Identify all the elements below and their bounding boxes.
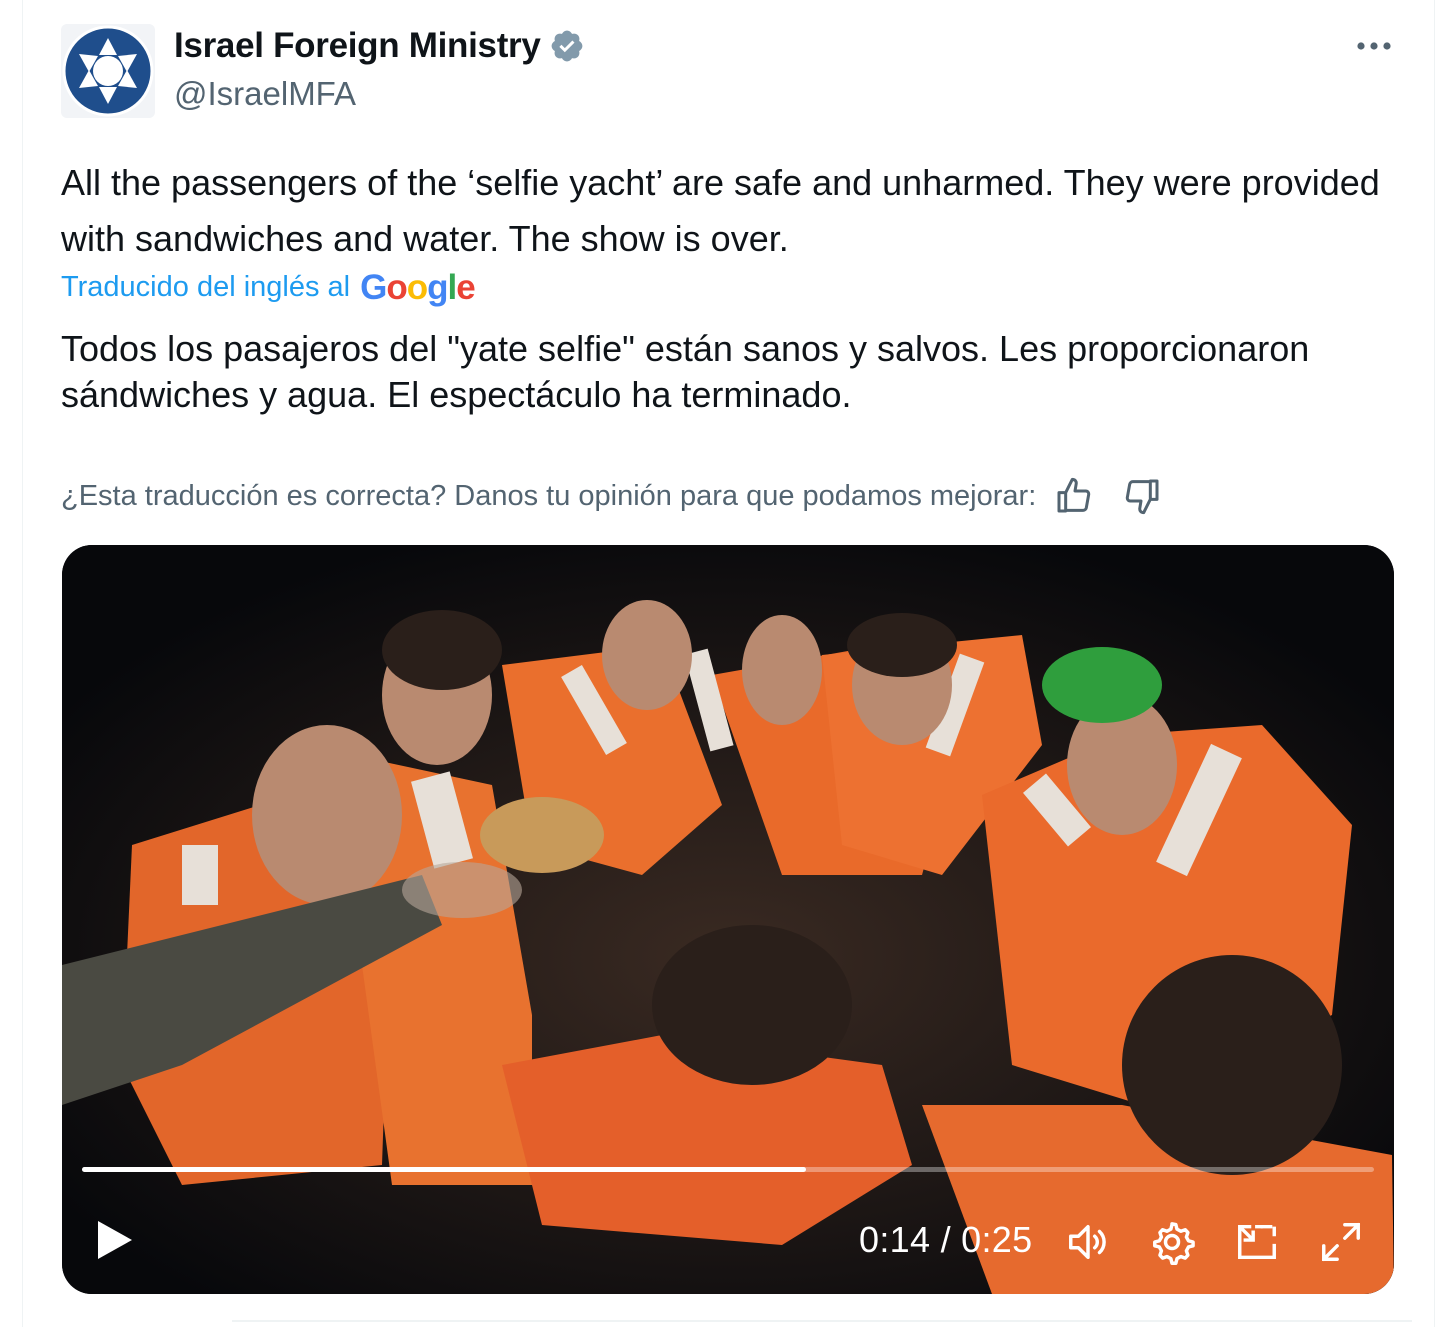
thumbs-down-icon[interactable] (1122, 476, 1162, 516)
translation-attribution: Traducido del inglés al Google (61, 268, 476, 307)
google-logo: Google (360, 268, 476, 307)
translated-text: Todos los pasajeros del "yate selfie" es… (61, 328, 1310, 415)
tweet-text: All the passengers of the ‘selfie yacht’… (61, 162, 1380, 259)
author-handle[interactable]: @IsraelMFA (174, 75, 356, 113)
divider (232, 1320, 1412, 1322)
fullscreen-icon[interactable] (1318, 1219, 1364, 1265)
author-row: Israel Foreign Ministry (174, 26, 585, 66)
play-icon[interactable] (92, 1217, 136, 1263)
thumbs-up-icon[interactable] (1054, 476, 1094, 516)
ministry-logo-icon (62, 25, 154, 117)
translation-label[interactable]: Traducido del inglés al (61, 271, 350, 304)
frame-border-left (22, 0, 23, 1327)
gear-icon[interactable] (1149, 1219, 1195, 1265)
feedback-prompt: ¿Esta traducción es correcta? Danos tu o… (61, 479, 1037, 512)
translation-feedback: ¿Esta traducción es correcta? Danos tu o… (61, 476, 1162, 516)
video-progress-bar[interactable] (82, 1167, 1374, 1172)
more-options-button[interactable] (1352, 28, 1396, 64)
more-options-icon (1357, 42, 1391, 50)
frame-border-right (1434, 0, 1435, 1327)
video-progress-fill (82, 1167, 806, 1172)
verified-badge-icon[interactable] (549, 28, 585, 64)
video-frame (62, 545, 1394, 1294)
volume-icon[interactable] (1065, 1219, 1111, 1265)
video-player[interactable]: 0:14 / 0:25 (62, 545, 1394, 1294)
video-controls: 0:14 / 0:25 (62, 1205, 1394, 1275)
video-time: 0:14 / 0:25 (859, 1219, 1033, 1260)
author-name[interactable]: Israel Foreign Ministry (174, 26, 541, 66)
picture-in-picture-icon[interactable] (1234, 1219, 1280, 1265)
avatar[interactable] (61, 24, 155, 118)
